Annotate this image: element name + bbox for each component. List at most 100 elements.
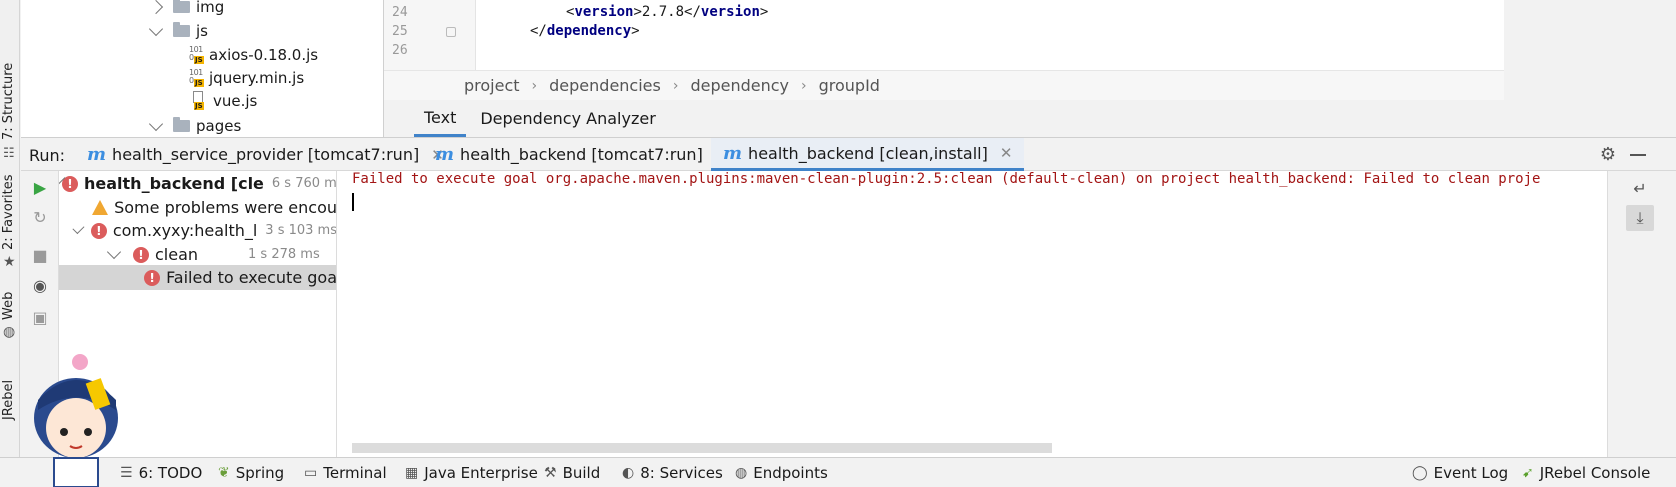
status-label: Event Log	[1433, 464, 1509, 482]
breadcrumb-item[interactable]: dependencies	[549, 76, 661, 95]
code-line[interactable]: </dependency>	[530, 23, 640, 39]
tree-item-pages[interactable]: pages	[148, 114, 241, 137]
horizontal-scrollbar[interactable]	[352, 443, 1052, 453]
run-label: Run:	[29, 146, 66, 165]
left-tool-strip: 7: Structure ☷ 2: Favorites ★ Web ◍ JReb…	[0, 0, 20, 487]
folder-icon	[173, 22, 190, 37]
line-number: 26	[392, 43, 408, 58]
editor-pane: 24 25 26 <version>2.7.8</version> </depe…	[384, 0, 1504, 137]
project-tree: img js 101 0 JS axios-0.18.0.js 101 0 JS jqu…	[21, 0, 384, 137]
run-tree-label: Failed to execute goa	[166, 268, 337, 287]
bottom-tool-bar: ☰ 6: TODO ❦ Spring ▭ Terminal ▦ Java Ent…	[0, 457, 1676, 487]
breadcrumb-item[interactable]: dependency	[690, 76, 789, 95]
gear-icon[interactable]: ⚙	[1600, 144, 1616, 165]
status-label: Endpoints	[753, 464, 828, 482]
tree-item-label: vue.js	[213, 92, 258, 110]
jrebel-console-button[interactable]: ➹ JRebel Console	[1522, 464, 1650, 482]
line-number: 24	[392, 5, 408, 20]
tree-item-axios[interactable]: 101 0 JS axios-0.18.0.js	[189, 43, 318, 67]
maven-icon: m	[87, 144, 107, 165]
run-tree-item[interactable]: ! clean 1 s 278 ms	[59, 242, 336, 267]
maven-icon: m	[435, 144, 455, 165]
todo-tool-button[interactable]: ☰ 6: TODO	[120, 464, 202, 482]
chevron-right-icon: ›	[531, 77, 538, 94]
scroll-to-end-icon[interactable]: ⤓	[1626, 205, 1654, 231]
structure-tool-button[interactable]: 7: Structure	[1, 63, 16, 140]
fold-marker-icon[interactable]	[446, 27, 456, 37]
console-side-toolbar: ↵ ⤓	[1607, 171, 1676, 457]
build-tool-button[interactable]: ⚒ Build	[544, 464, 600, 482]
terminal-tool-button[interactable]: ▭ Terminal	[304, 464, 387, 482]
star-icon: ★	[3, 254, 16, 270]
duration: 1 s 278 ms	[248, 247, 320, 262]
run-panel-header: Run: m health_service_provider [tomcat7:…	[21, 137, 1676, 171]
close-icon[interactable]: ✕	[1000, 144, 1013, 162]
tree-item-js[interactable]: js	[148, 19, 208, 43]
run-tree-label: com.xyxy:health_l	[112, 221, 258, 240]
chevron-right-icon[interactable]	[148, 0, 164, 15]
chevron-down-icon[interactable]	[148, 21, 164, 36]
run-tree-item[interactable]: ! com.xyxy:health_l 3 s 103 ms	[59, 218, 336, 243]
run-tab-label: health_backend [tomcat7:run]	[460, 145, 703, 164]
error-icon: !	[133, 246, 149, 263]
status-label: Terminal	[323, 464, 387, 482]
run-tree-item[interactable]: ! health_backend [cle 6 s 760 ms	[59, 171, 337, 196]
duration: 6 s 760 ms	[271, 176, 337, 191]
jrebel-tool-button[interactable]: JRebel	[1, 380, 16, 420]
folder-icon	[173, 117, 190, 132]
tree-item-img[interactable]: img	[148, 0, 225, 19]
minimize-icon[interactable]	[1630, 154, 1646, 156]
run-tab[interactable]: m health_service_provider [tomcat7:run] …	[87, 138, 444, 171]
maven-icon: m	[723, 142, 743, 164]
tab-text[interactable]: Text	[414, 100, 467, 137]
soft-wrap-icon[interactable]: ↵	[1626, 175, 1654, 201]
chevron-down-icon[interactable]	[148, 116, 164, 131]
structure-icon: ☷	[3, 146, 15, 161]
spring-leaf-icon: ❦	[218, 465, 230, 481]
hammer-icon: ⚒	[544, 465, 557, 481]
mascot-sticker-image	[34, 354, 118, 487]
tab-dependency-analyzer[interactable]: Dependency Analyzer	[470, 100, 665, 137]
chevron-down-icon[interactable]	[72, 222, 85, 234]
chevron-right-icon: ›	[801, 77, 807, 94]
tree-item-vue[interactable]: JS vue.js	[189, 89, 257, 113]
tree-item-label: img	[196, 0, 225, 16]
stop-icon[interactable]: ■	[30, 245, 50, 265]
error-icon: !	[144, 269, 161, 286]
chevron-down-icon[interactable]	[106, 244, 122, 260]
favorites-tool-button[interactable]: 2: Favorites	[1, 174, 16, 250]
run-tree-item-selected[interactable]: ! Failed to execute goa	[59, 265, 337, 290]
tree-item-jquery[interactable]: 101 0 JS jquery.min.js	[189, 66, 304, 90]
services-tool-button[interactable]: ◐ 8: Services	[622, 464, 723, 482]
eye-icon[interactable]: ◉	[30, 275, 50, 295]
run-tab[interactable]: m health_backend [tomcat7:run] ✕	[435, 138, 727, 171]
tree-item-label: js	[196, 22, 208, 40]
js-file-icon: 101 0 JS	[189, 68, 204, 87]
breadcrumb-item[interactable]: project	[464, 76, 520, 95]
breadcrumb-item[interactable]: groupId	[819, 76, 880, 95]
run-tree-label: Some problems were encou	[114, 198, 337, 217]
services-icon: ◐	[622, 465, 635, 481]
event-log-button[interactable]: ◯ Event Log	[1412, 464, 1508, 482]
tree-item-label: jquery.min.js	[209, 69, 305, 87]
java-enterprise-icon: ▦	[405, 465, 419, 481]
run-tab-label: health_service_provider [tomcat7:run]	[112, 145, 420, 164]
spring-tool-button[interactable]: ❦ Spring	[218, 464, 284, 482]
run-tab-active[interactable]: m health_backend [clean,install] ✕	[711, 138, 1025, 171]
web-tool-button[interactable]: Web	[1, 292, 16, 320]
status-label: 8: Services	[640, 464, 723, 482]
run-tree-label: health_backend [cle	[84, 174, 264, 193]
globe-icon: ◍	[3, 324, 16, 340]
code-line[interactable]: <version>2.7.8</version>	[566, 4, 768, 20]
java-enterprise-tool-button[interactable]: ▦ Java Enterprise	[405, 464, 538, 482]
console-output[interactable]: Failed to execute goal org.apache.maven.…	[337, 171, 1607, 457]
breadcrumb: project › dependencies › dependency › gr…	[384, 70, 1504, 100]
jrebel-icon: ➹	[1522, 465, 1534, 481]
rerun-icon[interactable]: ▶	[30, 177, 50, 197]
rerun-failed-icon[interactable]: ↻	[30, 207, 50, 227]
run-tree-item[interactable]: Some problems were encou	[59, 195, 337, 220]
endpoints-tool-button[interactable]: ◍ Endpoints	[735, 464, 828, 482]
status-label: Java Enterprise	[424, 464, 538, 482]
console-error-line[interactable]: Failed to execute goal org.apache.maven.…	[352, 171, 1540, 187]
camera-icon[interactable]: ▣	[30, 307, 50, 327]
